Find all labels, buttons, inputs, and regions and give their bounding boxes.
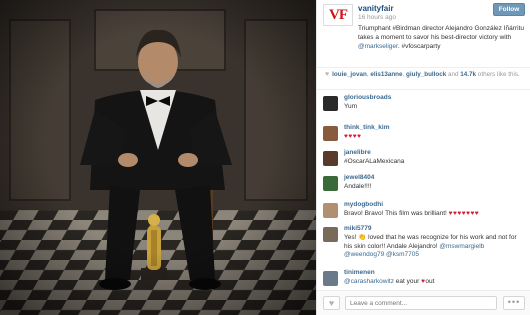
comment-text: #OscarALaMexicana <box>344 158 405 165</box>
caption-hashtag: . #vfoscarparty <box>397 43 441 50</box>
comment-text: @carasharkowitz eat your ♥out <box>344 278 526 287</box>
comment-text-part: Bravo! Bravo! This film was brilliant! <box>344 210 449 217</box>
commenter-username[interactable]: jewel8404 <box>344 174 374 181</box>
commenter-username[interactable]: gloriousbroads <box>344 94 391 101</box>
post-header: VF vanityfair 16 hours ago Follow Triump… <box>317 0 530 64</box>
commenter-avatar[interactable] <box>323 151 338 166</box>
account-avatar[interactable]: VF <box>323 4 353 26</box>
liker-link[interactable]: giuly_bullock <box>406 71 446 78</box>
commenter-username[interactable]: miki5779 <box>344 225 371 232</box>
commenter-avatar[interactable] <box>323 227 338 242</box>
commenter-username[interactable]: mydogbodhi <box>344 201 383 208</box>
commenter-avatar[interactable] <box>323 176 338 191</box>
liker-link[interactable]: elis13anne <box>370 71 402 78</box>
likes-count-link[interactable]: 14.7k <box>460 71 476 78</box>
comment-mention-link[interactable]: @carasharkowitz <box>344 278 394 285</box>
commenter-username[interactable]: janelibre <box>344 149 371 156</box>
photo-illustration <box>0 0 316 315</box>
comment-mention-link[interactable]: @weendog79 <box>344 251 384 258</box>
caption-text: Triumphant #Birdman director Alejandro G… <box>358 25 524 41</box>
commenter-username[interactable]: tinimenen <box>344 269 375 276</box>
commenter-avatar[interactable] <box>323 96 338 111</box>
likes-summary: ♥ louie_jovan, elis13anne, giuly_bullock … <box>317 67 530 90</box>
liker-link[interactable]: louie_jovan <box>332 71 367 78</box>
like-heart-icon[interactable]: ♥ <box>323 296 340 310</box>
more-options-icon[interactable]: ••• <box>503 296 525 310</box>
comment-mention-link[interactable]: @ksm7705 <box>386 251 419 258</box>
account-username[interactable]: vanityfair <box>358 4 394 13</box>
likes-heart-icon: ♥ <box>325 71 330 78</box>
comment-text: ♥♥♥♥ <box>344 133 526 142</box>
comment-text: Bravo! Bravo! This film was brilliant! ♥… <box>344 210 526 219</box>
likes-text: and <box>446 71 461 78</box>
comment-text-part: Yes! <box>344 234 359 241</box>
follow-button[interactable]: Follow <box>493 3 525 16</box>
comment-text-part: out <box>425 278 435 285</box>
commenter-avatar[interactable] <box>323 126 338 141</box>
post-photo <box>0 0 316 315</box>
comment-input[interactable] <box>345 296 497 310</box>
commenter-avatar[interactable] <box>323 203 338 218</box>
post-timestamp: 16 hours ago <box>358 14 396 21</box>
caption-mention-link[interactable]: @markseliger <box>358 43 398 50</box>
comments-list[interactable]: gloriousbroads Yum think_tink_kim ♥♥♥♥ j… <box>317 94 530 290</box>
commenter-avatar[interactable] <box>323 271 338 286</box>
post-caption: Triumphant #Birdman director Alejandro G… <box>358 24 524 51</box>
commenter-username[interactable]: think_tink_kim <box>344 124 390 131</box>
post-side-panel: VF vanityfair 16 hours ago Follow Triump… <box>316 0 530 315</box>
heart-emoji-icon: ♥♥♥♥♥♥♥ <box>448 210 480 217</box>
comment-mention-link[interactable]: @mswmargielb <box>439 243 484 250</box>
comment-text: Andale!!!! <box>344 183 372 190</box>
comment-text-part: eat your <box>393 278 422 285</box>
comment-text: Yes! 👏 loved that he was recognize for h… <box>344 234 526 260</box>
comment-text-part: loved that he was recognize for his work… <box>344 234 517 250</box>
comment-text: Yum <box>344 103 358 110</box>
heart-emoji-icon: ♥♥♥♥ <box>344 133 362 140</box>
likes-text: others like this. <box>476 71 520 78</box>
comment-footer: ♥ ••• <box>317 290 530 315</box>
